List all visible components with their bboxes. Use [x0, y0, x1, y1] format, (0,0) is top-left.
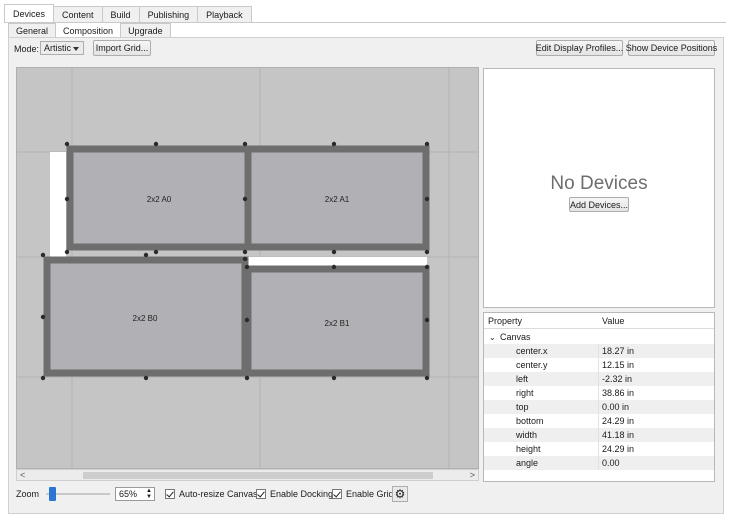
property-row-width[interactable]: width 41.18 in [484, 428, 714, 442]
property-value[interactable]: 24.29 in [602, 416, 634, 426]
chevron-down-icon[interactable]: ⌄ [489, 333, 496, 342]
property-value[interactable]: 12.15 in [602, 360, 634, 370]
scrollbar-thumb[interactable] [83, 472, 433, 479]
tab-composition[interactable]: Composition [55, 22, 122, 38]
mode-label: Mode: [14, 44, 40, 54]
tab-upgrade[interactable]: Upgrade [120, 23, 171, 38]
property-value[interactable]: 41.18 in [602, 430, 634, 440]
zoom-spinbox[interactable]: 65% ▲ ▼ [115, 487, 155, 501]
tab-general[interactable]: General [8, 23, 57, 38]
column-separator [598, 386, 599, 400]
tab-devices[interactable]: Devices [4, 4, 55, 23]
property-key: center.x [516, 346, 548, 356]
column-separator [598, 428, 599, 442]
canvas-horizontal-scrollbar[interactable]: < > [16, 469, 479, 481]
sub-tabbar: General Composition Upgrade [8, 22, 171, 38]
enable-grid-checkbox[interactable]: Enable Grid [332, 486, 394, 502]
column-separator [598, 456, 599, 470]
zoom-value: 65% [119, 489, 138, 499]
no-devices-title: No Devices [550, 173, 648, 194]
property-row-bottom[interactable]: bottom 24.29 in [484, 414, 714, 428]
zoom-slider-handle[interactable] [49, 487, 57, 501]
scroll-right-icon[interactable]: > [470, 470, 475, 480]
display-a1[interactable]: 2x2 A1 [244, 145, 430, 251]
import-grid-button[interactable]: Import Grid... [93, 40, 151, 56]
enable-docking-checkbox[interactable]: Enable Docking [256, 486, 333, 502]
main-tabbar: Devices Content Build Publishing Playbac… [4, 4, 252, 23]
property-key: height [516, 444, 541, 454]
mode-select-value: Artistic [44, 43, 71, 53]
tab-build[interactable]: Build [101, 6, 140, 23]
auto-resize-checkbox[interactable]: Auto-resize Canvas [165, 486, 258, 502]
properties-header: Property Value [484, 313, 714, 329]
properties-panel: Property Value ⌄ Canvas center.x 18.27 in… [483, 312, 715, 482]
value-column-header: Value [602, 316, 625, 326]
display-a0-label: 2x2 A0 [147, 195, 172, 204]
property-value[interactable]: 38.86 in [602, 388, 634, 398]
scroll-left-icon[interactable]: < [20, 470, 25, 480]
property-key: bottom [516, 416, 544, 426]
property-key: center.y [516, 360, 548, 370]
spin-arrows-icon[interactable]: ▲ ▼ [146, 488, 152, 500]
auto-resize-check[interactable] [165, 489, 175, 499]
canvas-group-row[interactable]: ⌄ Canvas [484, 330, 714, 344]
property-row-center-y[interactable]: center.y 12.15 in [484, 358, 714, 372]
enable-docking-check[interactable] [256, 489, 266, 499]
property-value[interactable]: -2.32 in [602, 374, 632, 384]
property-row-right[interactable]: right 38.86 in [484, 386, 714, 400]
edit-display-profiles-button[interactable]: Edit Display Profiles... [536, 40, 623, 56]
property-row-angle[interactable]: angle 0.00 [484, 456, 714, 470]
property-value[interactable]: 18.27 in [602, 346, 634, 356]
property-key: angle [516, 458, 539, 468]
canvas-gap-left [50, 152, 66, 257]
display-b0-label: 2x2 B0 [133, 314, 158, 323]
devices-panel: No Devices Add Devices... [483, 68, 715, 308]
display-a1-label: 2x2 A1 [325, 195, 350, 204]
property-key: top [516, 402, 529, 412]
property-value[interactable]: 24.29 in [602, 444, 634, 454]
tab-playback[interactable]: Playback [197, 6, 252, 23]
property-value[interactable]: 0.00 in [602, 402, 629, 412]
property-row-height[interactable]: height 24.29 in [484, 442, 714, 456]
display-b1[interactable]: 2x2 B1 [244, 265, 430, 377]
enable-grid-check[interactable] [332, 489, 342, 499]
zoom-label: Zoom [16, 489, 40, 499]
tab-content[interactable]: Content [53, 6, 103, 23]
column-separator [598, 442, 599, 456]
mode-select[interactable]: Artistic [40, 41, 84, 55]
composition-canvas[interactable]: 2x2 A0 2x2 A1 2x2 B0 2x2 B1 [16, 67, 479, 469]
property-key: right [516, 388, 534, 398]
chevron-down-icon [73, 47, 79, 51]
property-value[interactable]: 0.00 [602, 458, 620, 468]
column-separator [598, 344, 599, 358]
property-key: left [516, 374, 529, 384]
show-device-positions-button[interactable]: Show Device Positions [626, 40, 717, 56]
tab-publishing[interactable]: Publishing [138, 6, 199, 23]
property-row-center-x[interactable]: center.x 18.27 in [484, 344, 714, 358]
display-b0[interactable]: 2x2 B0 [43, 256, 249, 377]
display-a0[interactable]: 2x2 A0 [66, 145, 252, 251]
canvas-svg: 2x2 A0 2x2 A1 2x2 B0 2x2 B1 [17, 68, 478, 468]
property-row-top[interactable]: top 0.00 in [484, 400, 714, 414]
property-key: width [516, 430, 538, 440]
column-separator [598, 414, 599, 428]
gear-icon[interactable]: ⚙ [392, 486, 408, 502]
column-separator [598, 400, 599, 414]
canvas-group-label: Canvas [500, 332, 531, 342]
column-separator [598, 358, 599, 372]
add-devices-button[interactable]: Add Devices... [569, 197, 629, 212]
property-row-left[interactable]: left -2.32 in [484, 372, 714, 386]
property-column-header: Property [488, 316, 523, 326]
display-b1-label: 2x2 B1 [325, 319, 350, 328]
column-separator [598, 372, 599, 386]
